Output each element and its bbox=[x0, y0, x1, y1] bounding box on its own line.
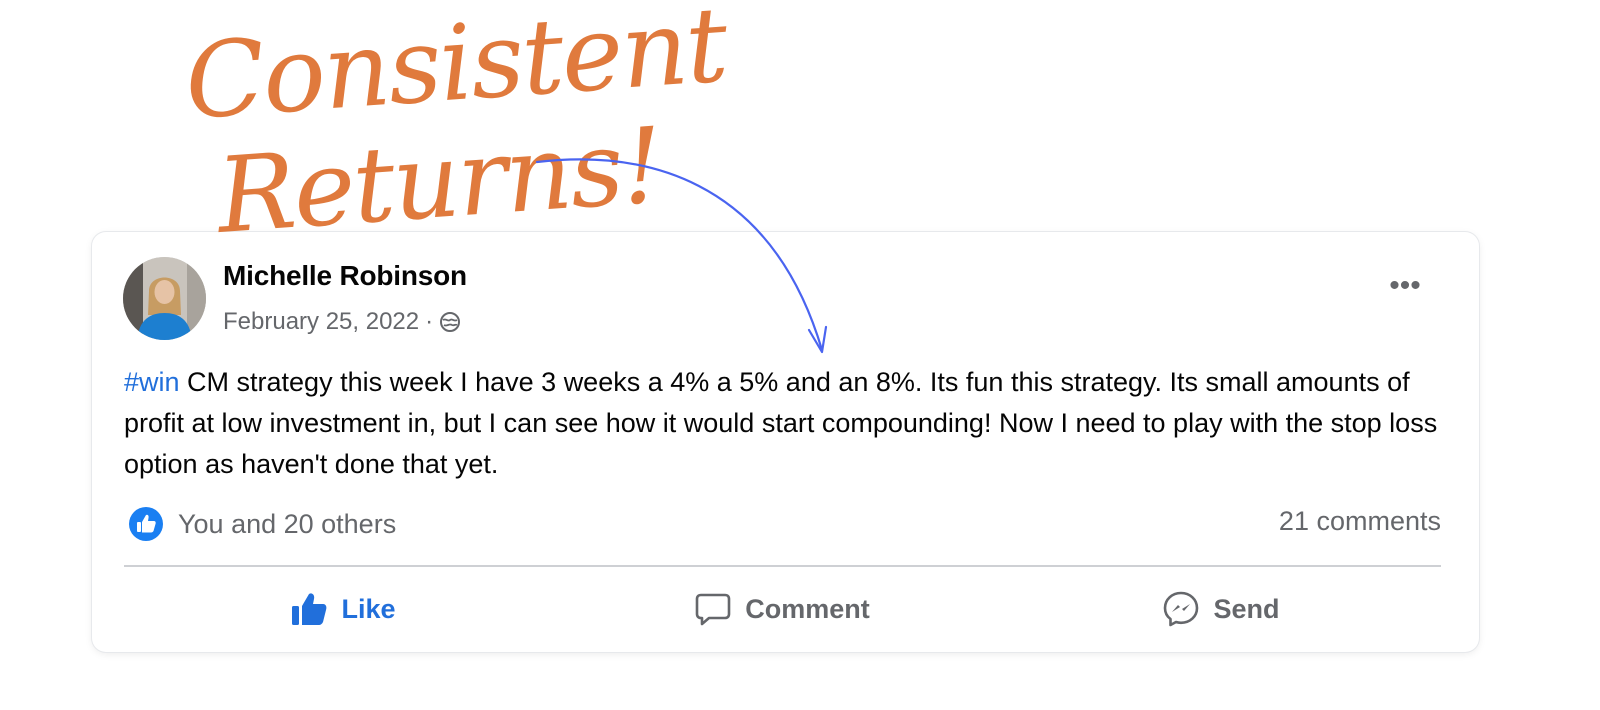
post-text: #win CM strategy this week I have 3 week… bbox=[124, 362, 1444, 485]
avatar-photo bbox=[123, 257, 206, 340]
thumbs-up-icon bbox=[292, 593, 327, 625]
comments-count-link[interactable]: 21 comments bbox=[1279, 506, 1441, 537]
post-meta: February 25, 2022 · bbox=[223, 308, 461, 336]
reactions-summary[interactable]: You and 20 others bbox=[128, 506, 396, 542]
comment-button[interactable]: Comment bbox=[563, 578, 1002, 640]
messenger-icon bbox=[1164, 591, 1199, 627]
divider bbox=[124, 565, 1441, 567]
post-action-bar: Like Comment Send bbox=[124, 578, 1441, 640]
like-button[interactable]: Like bbox=[124, 578, 563, 640]
like-label: Like bbox=[341, 593, 396, 624]
comment-icon bbox=[695, 593, 731, 626]
meta-separator: · bbox=[425, 308, 434, 335]
like-reaction-icon bbox=[129, 507, 163, 541]
comment-label: Comment bbox=[745, 593, 870, 624]
avatar[interactable] bbox=[123, 257, 206, 340]
more-options-button[interactable]: ••• bbox=[1380, 271, 1430, 306]
facebook-post-card: Michelle Robinson February 25, 2022 · ••… bbox=[92, 232, 1479, 652]
send-button[interactable]: Send bbox=[1002, 578, 1441, 640]
send-label: Send bbox=[1213, 593, 1280, 624]
reactions-count-text: You and 20 others bbox=[178, 508, 397, 539]
author-name[interactable]: Michelle Robinson bbox=[223, 260, 467, 292]
post-body: CM strategy this week I have 3 weeks a 4… bbox=[124, 367, 1438, 479]
hashtag-link[interactable]: #win bbox=[124, 367, 180, 397]
post-date[interactable]: February 25, 2022 bbox=[223, 308, 419, 336]
headline-line-1: Consistent bbox=[181, 0, 732, 143]
globe-icon bbox=[440, 312, 461, 332]
